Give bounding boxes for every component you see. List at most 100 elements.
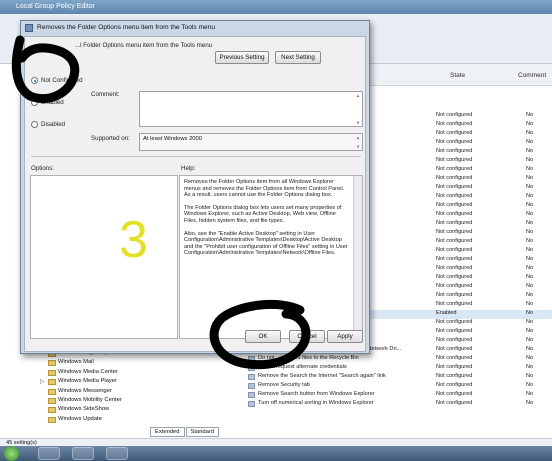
tree-item[interactable]: Windows Media Center [0, 369, 150, 378]
policy-setting-icon [248, 356, 255, 362]
setting-comment: No [526, 265, 534, 271]
policy-setting-icon [248, 401, 255, 407]
tab-standard[interactable]: Standard [185, 427, 220, 437]
radio-button[interactable] [31, 77, 38, 84]
setting-comment: No [526, 157, 534, 163]
setting-state: Not configured [436, 202, 473, 208]
setting-name: Remove the Search the Internet "Search a… [258, 373, 386, 379]
setting-state: Enabled [436, 310, 457, 316]
taskbar [0, 446, 552, 461]
explorer-taskbar-icon[interactable] [72, 447, 94, 460]
setting-row[interactable]: Do not request alternate credentials Not … [248, 364, 552, 373]
setting-state: Not configured [436, 391, 473, 397]
setting-state: Not configured [436, 175, 473, 181]
folder-icon [48, 388, 56, 395]
scroll-down-icon[interactable]: ▼ [355, 144, 361, 149]
setting-state: Not configured [436, 247, 473, 253]
setting-state: Not configured [436, 382, 473, 388]
tree-item-label: Windows SideShow [58, 406, 110, 413]
setting-state: Not configured [436, 400, 473, 406]
tree-item-label: Windows Mail [58, 359, 94, 366]
setting-comment: No [526, 238, 534, 244]
tree-item[interactable]: Windows Mail [0, 359, 150, 368]
setting-comment: No [526, 184, 534, 190]
ok-button[interactable]: OK [245, 330, 281, 343]
supported-on-field: At least Windows 2000 ▲ ▼ [139, 133, 363, 151]
radio-button[interactable] [31, 99, 38, 106]
setting-name: Do not request alternate credentials [258, 364, 347, 370]
previous-setting-button[interactable]: Previous Setting [215, 51, 269, 64]
setting-state: Not configured [436, 364, 473, 370]
policy-setting-icon [248, 374, 255, 380]
dialog-body: ...l Folder Options menu item from the T… [24, 36, 366, 352]
setting-comment: No [526, 292, 534, 298]
tree-item[interactable]: Windows Messenger [0, 388, 150, 397]
setting-comment: No [526, 121, 534, 127]
setting-state: Not configured [436, 193, 473, 199]
radio-button[interactable] [31, 121, 38, 128]
folder-icon [48, 360, 56, 367]
setting-comment: No [526, 229, 534, 235]
tree-item[interactable]: Windows SideShow [0, 406, 150, 415]
setting-comment: No [526, 364, 534, 370]
policy-tree: Windows Logon OptionsWindows MailWindows… [0, 350, 150, 430]
dialog-title: Removes the Folder Options menu item fro… [37, 24, 215, 31]
comment-label: Comment: [91, 91, 120, 98]
setting-comment: No [526, 220, 534, 226]
setting-comment: No [526, 355, 534, 361]
setting-row[interactable]: Turn off numerical sorting in Windows Ex… [248, 400, 552, 409]
setting-state: Not configured [436, 328, 473, 334]
setting-row[interactable]: Remove Security tab Not configured No [248, 382, 552, 391]
setting-state: Not configured [436, 373, 473, 379]
setting-comment: No [526, 382, 534, 388]
help-scrollbar[interactable] [353, 176, 362, 338]
tree-item[interactable]: Windows Update [0, 416, 150, 425]
ie-taskbar-icon[interactable] [38, 447, 60, 460]
setting-comment: No [526, 301, 534, 307]
help-paragraph: Also, see the "Enable Active Desktop" se… [184, 230, 348, 257]
setting-state: Not configured [436, 301, 473, 307]
next-setting-button[interactable]: Next Setting [275, 51, 321, 64]
setting-state: Not configured [436, 292, 473, 298]
setting-row[interactable]: Remove Search button from Windows Explor… [248, 391, 552, 400]
setting-state: Not configured [436, 139, 473, 145]
tree-item-label: Windows Update [58, 415, 102, 422]
setting-row[interactable]: Remove the Search the Internet "Search a… [248, 373, 552, 382]
setting-state: Not configured [436, 274, 473, 280]
column-header-comment[interactable]: Comment [518, 72, 546, 79]
setting-comment: No [526, 319, 534, 325]
tree-item[interactable]: ▷ Windows Media Player [0, 378, 150, 387]
setting-comment: No [526, 130, 534, 136]
divider [31, 156, 361, 157]
help-label: Help: [181, 165, 196, 172]
start-button-icon[interactable] [4, 446, 19, 461]
folder-icon [48, 407, 56, 414]
setting-comment: No [526, 175, 534, 181]
scroll-down-icon[interactable]: ▼ [355, 120, 361, 125]
setting-state: Not configured [436, 184, 473, 190]
setting-row[interactable]: Do not ... deleted files to the Recycle … [248, 355, 552, 364]
tree-item-label: Windows Mobility Center [58, 396, 122, 403]
tree-item-label: Windows Messenger [58, 387, 112, 394]
policy-setting-icon [248, 383, 255, 389]
setting-subtitle: ...l Folder Options menu item from the T… [75, 42, 213, 49]
cancel-button[interactable]: Cancel [289, 330, 325, 343]
scroll-up-icon[interactable]: ▲ [355, 93, 361, 98]
column-header-state[interactable]: State [450, 72, 465, 79]
app-taskbar-icon[interactable] [106, 447, 128, 460]
setting-comment: No [526, 337, 534, 343]
expand-arrow-icon[interactable]: ▷ [40, 378, 45, 385]
setting-state: Not configured [436, 256, 473, 262]
setting-comment: No [526, 283, 534, 289]
apply-button[interactable]: Apply [327, 330, 363, 343]
tree-item-label: Windows Media Center [58, 368, 118, 375]
help-text-panel: Removes the Folder Options item from all… [179, 175, 363, 339]
tab-extended[interactable]: Extended [150, 427, 185, 437]
scroll-up-icon[interactable]: ▲ [355, 135, 361, 140]
tree-item[interactable]: Windows Mobility Center [0, 397, 150, 406]
view-tabs: Extended Standard [150, 427, 220, 437]
folder-icon [48, 379, 56, 386]
setting-comment: No [526, 346, 534, 352]
comment-textarea[interactable]: ▲ ▼ [139, 91, 363, 127]
setting-state: Not configured [436, 211, 473, 217]
